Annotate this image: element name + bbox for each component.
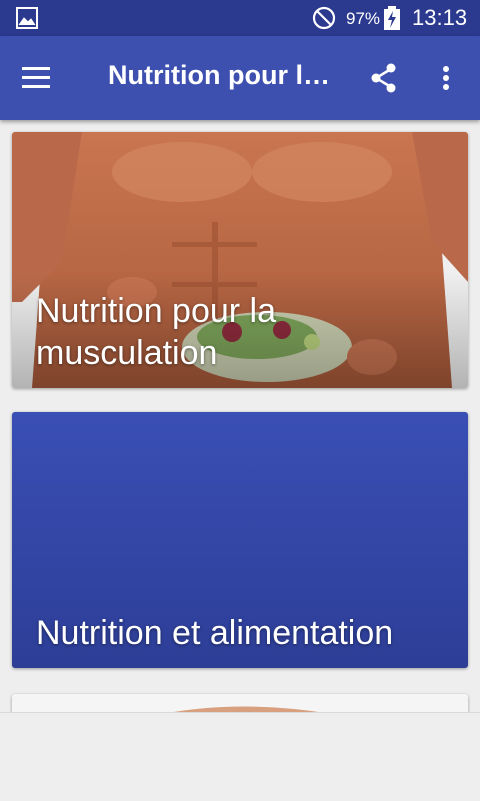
share-icon (371, 63, 396, 93)
battery-charging-icon (384, 6, 400, 30)
share-button[interactable] (362, 56, 406, 100)
article-card[interactable]: Nutrition pour la musculation (12, 132, 468, 388)
app-title: Nutrition pour la musculation (108, 60, 340, 90)
battery-percentage: 97% (346, 9, 381, 28)
overflow-menu-button[interactable] (426, 56, 470, 100)
card-title: Nutrition pour la musculation (36, 292, 277, 372)
menu-icon (22, 67, 50, 88)
more-vert-icon (443, 66, 449, 90)
image-icon (16, 7, 38, 29)
menu-button[interactable] (14, 56, 58, 100)
card-title: Nutrition et alimentation (36, 614, 394, 652)
status-bar: 97% 13:13 (0, 0, 480, 36)
clock: 13:13 (412, 5, 468, 30)
app-bar: Nutrition pour la musculation (0, 36, 480, 120)
do-not-disturb-icon (312, 6, 336, 30)
article-card[interactable]: Nutrition et alimentation (12, 412, 468, 668)
bottom-area (0, 712, 480, 801)
